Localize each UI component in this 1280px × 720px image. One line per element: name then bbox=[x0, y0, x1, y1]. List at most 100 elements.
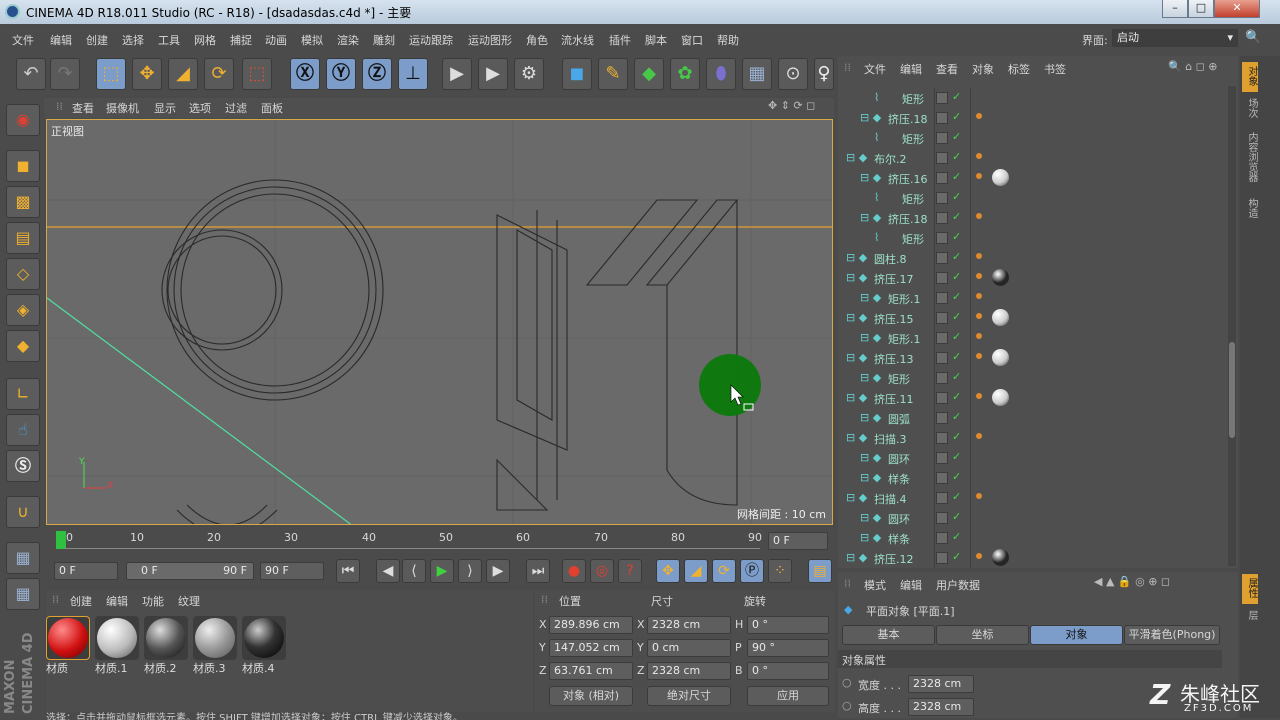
material-tag-icon[interactable] bbox=[992, 169, 1009, 186]
viewport-front[interactable]: 正视图 Y X 网格间距 : 10 cm bbox=[46, 119, 833, 525]
height-field[interactable]: 2328 cm bbox=[908, 698, 974, 716]
object-row[interactable]: ⊟ ◆ 扫描.4 ✓ bbox=[838, 488, 1228, 508]
visibility-check-icon[interactable]: ✓ bbox=[952, 90, 961, 103]
object-name[interactable]: 样条 bbox=[888, 471, 910, 487]
end-frame-field[interactable]: 90 F bbox=[260, 562, 324, 580]
light-icon[interactable]: ♀ bbox=[814, 58, 834, 90]
object-type-icon[interactable]: ⊟ ◆ bbox=[860, 291, 881, 304]
phong-tag-icon[interactable] bbox=[976, 353, 982, 359]
material-tag-icon[interactable] bbox=[992, 389, 1009, 406]
layer-checkbox[interactable] bbox=[936, 212, 948, 224]
scroll-thumb[interactable] bbox=[1229, 342, 1235, 438]
object-row[interactable]: ⊟ ◆ 矩形.1 ✓ bbox=[838, 288, 1228, 308]
z-axis-lock-icon[interactable]: Ⓩ bbox=[362, 58, 392, 90]
visibility-check-icon[interactable]: ✓ bbox=[952, 530, 961, 543]
live-selection-icon[interactable]: ⬚ bbox=[96, 58, 126, 90]
tweak-mode-icon[interactable]: ☝ bbox=[6, 414, 40, 446]
viewport-menu-options[interactable]: 选项 bbox=[189, 100, 211, 116]
go-to-end-icon[interactable]: ⏭ bbox=[526, 559, 550, 583]
object-name[interactable]: 挤压.16 bbox=[888, 171, 928, 187]
visibility-check-icon[interactable]: ✓ bbox=[952, 170, 961, 183]
phong-tag-icon[interactable] bbox=[976, 333, 982, 339]
key-scale-icon[interactable]: ◢ bbox=[684, 559, 708, 583]
object-name[interactable]: 矩形 bbox=[888, 371, 910, 387]
drag-handle-icon[interactable]: ⁞⁞ bbox=[844, 577, 851, 590]
menu-file[interactable]: 文件 bbox=[12, 32, 34, 48]
rot-b-field[interactable]: 0 ° bbox=[747, 662, 829, 680]
object-row[interactable]: ⊟ ◆ 挤压.17 ✓ bbox=[838, 268, 1228, 288]
layer-checkbox[interactable] bbox=[936, 172, 948, 184]
object-name[interactable]: 矩形 bbox=[902, 231, 924, 247]
menu-pipeline[interactable]: 流水线 bbox=[561, 32, 594, 48]
phong-tag-icon[interactable] bbox=[976, 273, 982, 279]
object-name[interactable]: 圆环 bbox=[888, 511, 910, 527]
camera-icon[interactable]: ⊙ bbox=[778, 58, 808, 90]
visibility-check-icon[interactable]: ✓ bbox=[952, 270, 961, 283]
object-type-icon[interactable]: ⊟ ◆ bbox=[860, 331, 881, 344]
object-row[interactable]: ⊟ ◆ 挤压.18 ✓ bbox=[838, 208, 1228, 228]
coordinate-mode-dropdown[interactable]: 对象 (相对) bbox=[549, 686, 633, 706]
deformer-icon[interactable]: ⬮ bbox=[706, 58, 736, 90]
material-tag-icon[interactable] bbox=[992, 349, 1009, 366]
timeline[interactable]: 0 10 20 30 40 50 60 70 80 90 0 F bbox=[46, 528, 833, 554]
phong-tag-icon[interactable] bbox=[976, 113, 982, 119]
object-name[interactable]: 矩形.1 bbox=[888, 291, 921, 307]
visibility-check-icon[interactable]: ✓ bbox=[952, 350, 961, 363]
size-x-field[interactable]: 2328 cm bbox=[647, 616, 731, 634]
layer-checkbox[interactable] bbox=[936, 272, 948, 284]
layer-checkbox[interactable] bbox=[936, 112, 948, 124]
object-name[interactable]: 圆柱.8 bbox=[874, 251, 907, 267]
visibility-check-icon[interactable]: ✓ bbox=[952, 150, 961, 163]
start-frame-field[interactable]: 0 F bbox=[54, 562, 118, 580]
layer-checkbox[interactable] bbox=[936, 432, 948, 444]
object-row[interactable]: ⊟ ◆ 挤压.12 ✓ bbox=[838, 548, 1228, 568]
object-name[interactable]: 挤压.18 bbox=[888, 211, 928, 227]
object-menu-objects[interactable]: 对象 bbox=[972, 61, 994, 77]
polygons-mode-icon[interactable]: ◆ bbox=[6, 330, 40, 362]
object-menu-bookmarks[interactable]: 书签 bbox=[1044, 61, 1066, 77]
material-tag-icon[interactable] bbox=[992, 269, 1009, 286]
pos-x-field[interactable]: 289.896 cm bbox=[549, 616, 633, 634]
layer-checkbox[interactable] bbox=[936, 412, 948, 424]
record-keys-icon[interactable]: ● bbox=[562, 559, 586, 583]
go-to-start-icon[interactable]: ⏮ bbox=[336, 559, 360, 583]
side-tab-content-browser[interactable]: 内容浏览器 bbox=[1244, 132, 1259, 182]
material-menu-edit[interactable]: 编辑 bbox=[106, 593, 128, 609]
object-row[interactable]: ⊟ ◆ 挤压.15 ✓ bbox=[838, 308, 1228, 328]
x-axis-lock-icon[interactable]: Ⓧ bbox=[290, 58, 320, 90]
object-menu-tags[interactable]: 标签 bbox=[1008, 61, 1030, 77]
menu-window[interactable]: 窗口 bbox=[681, 32, 703, 48]
object-type-icon[interactable]: ⊟ ◆ bbox=[860, 531, 881, 544]
viewport-menu-filter[interactable]: 过滤 bbox=[225, 100, 247, 116]
layer-checkbox[interactable] bbox=[936, 232, 948, 244]
model-mode-icon[interactable]: ◼ bbox=[6, 150, 40, 182]
object-row[interactable]: ⊟ ◆ 圆弧 ✓ bbox=[838, 408, 1228, 428]
side-tab-structure[interactable]: 构造 bbox=[1244, 198, 1259, 218]
points-mode-icon[interactable]: ◇ bbox=[6, 258, 40, 290]
object-type-icon[interactable]: ⊟ ◆ bbox=[846, 151, 867, 164]
coordinate-system-icon[interactable]: ⊥ bbox=[398, 58, 428, 90]
material-tag-icon[interactable] bbox=[992, 309, 1009, 326]
menu-character[interactable]: 角色 bbox=[526, 32, 548, 48]
visibility-check-icon[interactable]: ✓ bbox=[952, 310, 961, 323]
rot-p-field[interactable]: 90 ° bbox=[747, 639, 829, 657]
current-frame-field[interactable]: 0 F bbox=[768, 532, 828, 550]
pos-y-field[interactable]: 147.052 cm bbox=[549, 639, 633, 657]
phong-tag-icon[interactable] bbox=[976, 173, 982, 179]
object-row[interactable]: ⌇ 矩形 ✓ bbox=[838, 128, 1228, 148]
object-type-icon[interactable]: ⊟ ◆ bbox=[860, 111, 881, 124]
visibility-check-icon[interactable]: ✓ bbox=[952, 370, 961, 383]
phong-tag-icon[interactable] bbox=[976, 553, 982, 559]
visibility-check-icon[interactable]: ✓ bbox=[952, 190, 961, 203]
phong-tag-icon[interactable] bbox=[976, 293, 982, 299]
object-name[interactable]: 扫描.3 bbox=[874, 431, 907, 447]
visibility-check-icon[interactable]: ✓ bbox=[952, 550, 961, 563]
object-type-icon[interactable]: ⌇ bbox=[874, 91, 879, 104]
object-name[interactable]: 样条 bbox=[888, 531, 910, 547]
visibility-check-icon[interactable]: ✓ bbox=[952, 510, 961, 523]
layer-checkbox[interactable] bbox=[936, 372, 948, 384]
side-tab-objects[interactable]: 对象 bbox=[1244, 66, 1259, 86]
menu-motion-tracker[interactable]: 运动跟踪 bbox=[409, 32, 453, 48]
drag-handle-icon[interactable]: ⁞⁞ bbox=[541, 593, 548, 606]
render-view-icon[interactable]: ▶ bbox=[442, 58, 472, 90]
